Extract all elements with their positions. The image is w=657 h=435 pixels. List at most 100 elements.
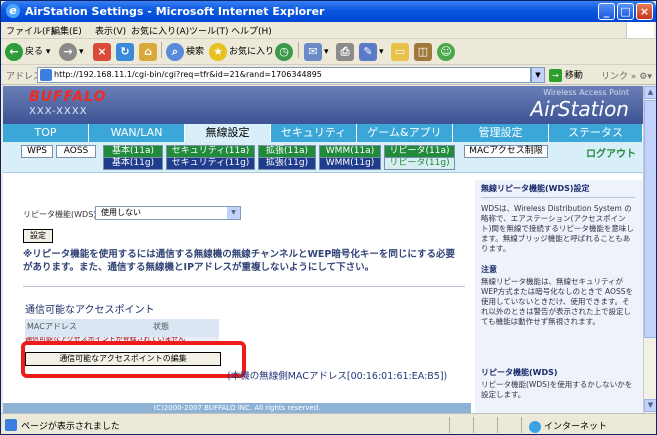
status-bar: ページが表示されました インターネット (1, 413, 656, 434)
model-name: XXX-XXXX (29, 106, 88, 117)
messenger-button[interactable]: ☺ (437, 42, 457, 62)
tab-game-app[interactable]: ゲーム&アプリ (357, 124, 453, 142)
page-content: BUFFALO XXX-XXXX Wireless Access Point A… (3, 86, 643, 413)
edit-icon: ✎ (359, 42, 377, 61)
airstation-logo: AirStation (530, 97, 629, 121)
settings-pane: リピータ機能(WDS) 使用しない ▼ 設定 ※リピータ機能を使用するには通信する… (11, 180, 469, 394)
search-icon: ⌕ (166, 42, 184, 61)
logout-link[interactable]: ログアウト (586, 145, 636, 160)
tab-status[interactable]: ステータス (549, 124, 643, 142)
search-button[interactable]: ⌕ 検索 (166, 42, 204, 62)
stop-icon: × (93, 42, 111, 61)
page-done-icon (5, 419, 17, 431)
history-icon: ◷ (275, 42, 293, 61)
repeater-select[interactable]: 使用しない ▼ (95, 206, 241, 220)
subnav-security-11g[interactable]: セキュリティ(11g) (166, 157, 255, 170)
stop-button[interactable]: × (93, 42, 113, 62)
help-text-repeater: リピータ機能(WDS)を使用するかしないかを設定します。 (481, 380, 633, 399)
tab-top[interactable]: TOP (3, 124, 89, 142)
subnav-wmm-11g[interactable]: WMM(11g) (319, 157, 381, 170)
subnav-aoss[interactable]: AOSS (56, 145, 96, 158)
back-arrow-icon: ← (5, 42, 23, 61)
maximize-button[interactable]: □ (617, 3, 634, 20)
scroll-thumb[interactable] (644, 100, 656, 338)
set-button[interactable]: 設定 (23, 229, 53, 243)
home-button[interactable]: ⌂ (139, 42, 159, 62)
status-text: ページが表示されました (21, 422, 120, 432)
tab-wan-lan[interactable]: WAN/LAN (89, 124, 185, 142)
tab-security[interactable]: セキュリティ (271, 124, 357, 142)
research-button[interactable]: ◫ (414, 42, 434, 62)
print-button[interactable]: ⎙ (336, 42, 356, 62)
subnav-mac-filter[interactable]: MACアクセス制限 (464, 145, 548, 158)
forward-arrow-icon: → (59, 42, 77, 61)
divider (23, 286, 465, 287)
mail-button[interactable]: ✉ ▾ (304, 42, 329, 62)
menu-view[interactable]: 表示(V) (95, 24, 126, 37)
ap-table-header: MACアドレス 状態 (25, 319, 219, 337)
scroll-up-icon[interactable]: ▲ (644, 86, 656, 99)
forward-button[interactable]: → ▾ (59, 42, 84, 62)
product-subtitle: Wireless Access Point (543, 88, 629, 97)
subnav-repeater-11g[interactable]: リピータ(11g) (384, 157, 455, 170)
close-button[interactable]: × (636, 3, 653, 20)
mail-icon: ✉ (304, 42, 322, 61)
page-header: BUFFALO XXX-XXXX Wireless Access Point A… (3, 86, 643, 124)
windows-logo-icon (626, 22, 654, 38)
edit-page-button[interactable]: ✎ ▾ (359, 42, 384, 62)
address-input[interactable]: http://192.168.11.1/cgi-bin/cgi?req=tfr&… (37, 67, 531, 83)
mac-address-text: (本機の無線側MACアドレス[00:16:01:61:EA:B5]) (227, 371, 448, 382)
repeater-label: リピータ機能(WDS) (23, 210, 97, 219)
scroll-down-icon[interactable]: ▼ (644, 399, 656, 412)
help-title-repeater: リピータ機能(WDS) (481, 368, 558, 377)
subnav-advanced-11g[interactable]: 拡張(11g) (258, 157, 316, 170)
menu-bar: ファイル(F) 編集(E) 表示(V) お気に入り(A) ツール(T) ヘルプ(… (1, 22, 656, 39)
repeater-note: ※リピータ機能を使用するには通信する無線機の無線チャンネルとWEP暗号化キーを同… (23, 249, 455, 273)
history-button[interactable]: ◷ (275, 42, 295, 62)
help-pane: 無線リピータ機能(WDS)設定 WDSは、Wireless Distributi… (475, 180, 643, 413)
go-arrow-icon: → (549, 69, 562, 82)
menu-favorites[interactable]: お気に入り(A) (131, 24, 189, 37)
messenger-icon: ☺ (437, 42, 455, 61)
highlight-box (21, 341, 246, 378)
copyright: (C)2000-2007 BUFFALO INC. All rights res… (3, 403, 471, 413)
favorites-button[interactable]: ★ お気に入り (209, 42, 274, 62)
menu-edit[interactable]: 編集(E) (51, 24, 82, 37)
window-title: AirStation Settings - Microsoft Internet… (25, 5, 325, 18)
folder-button[interactable]: ▭ (391, 42, 411, 62)
vertical-scrollbar[interactable]: ▲ ▼ (643, 86, 656, 413)
address-bar: アドレス(D) http://192.168.11.1/cgi-bin/cgi?… (1, 65, 656, 85)
links-button[interactable]: リンク » ⚙▾ (601, 69, 652, 82)
menu-tools[interactable]: ツール(T) (189, 24, 229, 37)
folder-icon: ▭ (391, 42, 409, 61)
print-icon: ⎙ (336, 42, 354, 61)
security-zone: インターネット (529, 419, 607, 433)
help-title-note: 注意 (481, 265, 497, 274)
ie-settings-icon: ⚙▾ (639, 72, 652, 82)
page-icon (40, 69, 52, 81)
buffalo-logo: BUFFALO (29, 89, 107, 105)
star-icon: ★ (209, 42, 227, 61)
go-button[interactable]: → 移動 (549, 68, 583, 82)
sub-navigation: WPS AOSS 基本(11a) セキュリティ(11a) 拡張(11a) WMM… (3, 142, 643, 173)
refresh-icon: ↻ (116, 42, 134, 61)
subnav-basic-11g[interactable]: 基本(11g) (103, 157, 163, 170)
refresh-button[interactable]: ↻ (116, 42, 136, 62)
column-state: 状態 (153, 322, 169, 331)
minimize-button[interactable]: _ (598, 3, 615, 20)
help-text-wds: WDSは、Wireless Distribution System の略称で、エ… (481, 204, 634, 253)
research-icon: ◫ (414, 42, 432, 61)
subnav-wps[interactable]: WPS (21, 145, 53, 158)
address-dropdown[interactable]: ▼ (531, 67, 545, 83)
home-icon: ⌂ (139, 42, 157, 61)
tab-wireless[interactable]: 無線設定 (185, 124, 271, 142)
help-title-wds: 無線リピータ機能(WDS)設定 (481, 184, 590, 193)
tab-admin[interactable]: 管理設定 (453, 124, 549, 142)
ie-icon: e (6, 4, 20, 18)
title-bar: e AirStation Settings - Microsoft Intern… (1, 1, 656, 22)
back-button[interactable]: ← 戻る ▾ (5, 42, 50, 62)
menu-help[interactable]: ヘルプ(H) (231, 24, 272, 37)
chevron-down-icon: ▼ (227, 207, 240, 219)
menu-file[interactable]: ファイル(F) (6, 24, 54, 37)
globe-icon (529, 420, 541, 433)
